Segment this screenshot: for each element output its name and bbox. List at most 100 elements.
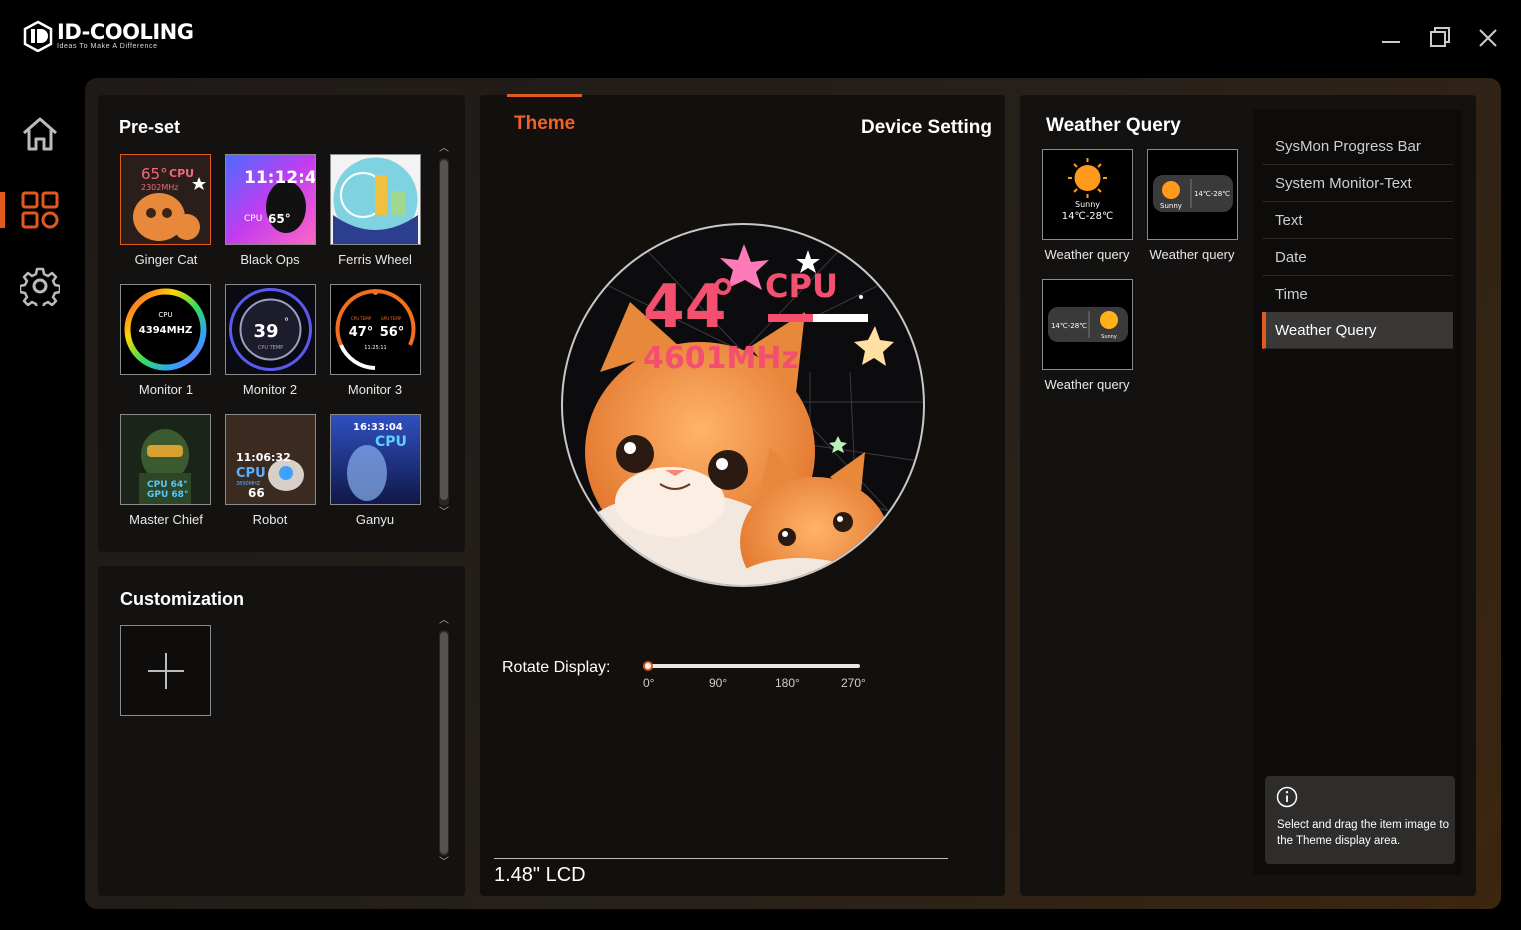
weather-widget-2[interactable]: Sunny 14℃-28℃ [1147, 149, 1238, 240]
active-tab-indicator [507, 94, 582, 97]
blackops-time: 11:12:44 [244, 168, 315, 188]
home-icon [23, 117, 57, 151]
nav-settings[interactable] [0, 258, 80, 314]
maximize-button[interactable] [1426, 24, 1454, 52]
monitor2-temp: 39 [253, 321, 278, 342]
add-custom-theme-button[interactable] [120, 625, 211, 716]
weather-range: 14℃-28℃ [1194, 190, 1230, 198]
theme-display-preview[interactable]: 44 ° CPU 4601MHz [560, 222, 926, 588]
preset-thumb-ginger-cat[interactable]: 65° CPU 2302MHz [120, 154, 211, 245]
weather-widget-preview: Sunny 14℃-28℃ [1062, 158, 1114, 222]
sun-icon [1068, 158, 1107, 198]
monitor-1-preview: CPU 4394MHZ [121, 285, 210, 374]
drag-hint-text: Select and drag the item image to the Th… [1277, 819, 1449, 847]
brand-name: ID-COOLING [57, 19, 194, 44]
nav-home[interactable] [0, 106, 80, 162]
weather-item-label: Weather query [1149, 247, 1235, 262]
rotate-slider-knob[interactable] [643, 661, 653, 671]
info-icon [1276, 786, 1298, 808]
robot-preview: 11:06:32 CPU 3890MHZ 66 [226, 415, 315, 504]
grid-icon [21, 191, 59, 229]
display-cpu-label: CPU [765, 267, 838, 305]
master-chief-preview: CPU 64° GPU 68° [121, 415, 210, 504]
customization-scrollbar[interactable]: ︿ ﹀ [437, 614, 451, 872]
rotate-tick-label: 0° [643, 676, 655, 690]
close-button[interactable] [1474, 24, 1502, 52]
ginger-freq: 2302MHz [141, 183, 178, 192]
scroll-thumb[interactable] [440, 160, 448, 500]
display-degree: ° [710, 270, 736, 330]
monitor3-gpu: 56° [380, 325, 405, 340]
preset-label: Ginger Cat [134, 252, 198, 267]
sun-icon [1162, 181, 1180, 199]
gear-icon [20, 267, 60, 306]
category-sysmon-progress-bar[interactable]: SysMon Progress Bar [1262, 128, 1453, 165]
monitor-3-preview: CPU TEMP GPU TEMP 47° 56° 11:25:11 [331, 285, 420, 374]
customization-title: Customization [120, 589, 244, 609]
weather-widget-3[interactable]: 14℃-28℃ Sunny [1042, 279, 1133, 370]
preset-thumb-master-chief[interactable]: CPU 64° GPU 68° [120, 414, 211, 505]
preset-thumb-ferris-wheel[interactable] [330, 154, 421, 245]
preset-label: Ganyu [355, 512, 395, 527]
preset-label: Black Ops [240, 252, 300, 267]
ginger-cat-preview: 65° CPU 2302MHz [121, 155, 210, 244]
preset-thumb-ganyu[interactable]: 16:33:04 CPU [330, 414, 421, 505]
monitor3-cpu-label: CPU TEMP [351, 316, 372, 321]
plus-icon [147, 652, 184, 689]
blackops-cpu: CPU [244, 214, 262, 224]
ginger-temp: 65° [141, 165, 168, 183]
scroll-down-icon[interactable]: ﹀ [437, 506, 451, 520]
preset-label: Monitor 3 [347, 382, 403, 397]
scroll-thumb[interactable] [440, 632, 448, 854]
app-logo: ID-COOLING Ideas To Make A Difference [22, 19, 194, 52]
logo-icon [23, 20, 53, 52]
robot-time: 11:06:32 [236, 451, 291, 464]
monitor3-time: 11:25:11 [364, 345, 386, 351]
ganyu-time: 16:33:04 [353, 422, 403, 433]
monitor2-sub: CPU TEMP [258, 345, 283, 351]
weather-condition: Sunny [1075, 200, 1100, 209]
preset-label: Ferris Wheel [338, 252, 412, 267]
preset-label: Monitor 1 [138, 382, 194, 397]
scroll-up-icon[interactable]: ︿ [437, 614, 451, 628]
nav-themes[interactable] [0, 182, 80, 238]
preset-title: Pre-set [119, 117, 181, 137]
category-weather-query[interactable]: Weather Query [1262, 312, 1453, 349]
display-cpu-bar-fill [768, 314, 813, 322]
preset-thumb-monitor-2[interactable]: 39 ° CPU TEMP [225, 284, 316, 375]
minimize-button[interactable] [1377, 24, 1405, 52]
weather-range: 14℃-28℃ [1062, 211, 1114, 222]
restore-icon [1430, 27, 1450, 47]
robot-temp: 66 [248, 486, 265, 500]
preset-thumb-black-ops[interactable]: 11:12:44 CPU 65° [225, 154, 316, 245]
monitor3-gpu-label: GPU TEMP [381, 316, 402, 321]
device-label: 1.48" LCD [494, 864, 586, 886]
minimize-icon [1382, 41, 1400, 43]
preset-thumb-monitor-3[interactable]: CPU TEMP GPU TEMP 47° 56° 11:25:11 [330, 284, 421, 375]
monitor2-unit: ° [284, 317, 289, 328]
preset-thumb-monitor-1[interactable]: CPU 4394MHZ [120, 284, 211, 375]
preset-thumb-robot[interactable]: 11:06:32 CPU 3890MHZ 66 [225, 414, 316, 505]
scroll-down-icon[interactable]: ﹀ [437, 856, 451, 870]
ganyu-preview: 16:33:04 CPU [331, 415, 420, 504]
preset-label: Master Chief [129, 512, 203, 527]
scroll-up-icon[interactable]: ︿ [437, 142, 451, 156]
black-ops-preview: 11:12:44 CPU 65° [226, 155, 315, 244]
category-system-monitor-text[interactable]: System Monitor-Text [1262, 165, 1453, 202]
category-time[interactable]: Time [1262, 276, 1453, 313]
weather-widget-1[interactable]: Sunny 14℃-28℃ [1042, 149, 1133, 240]
weather-condition: Sunny [1160, 202, 1182, 210]
tab-theme[interactable]: Theme [514, 113, 575, 135]
rotate-tick-label: 270° [841, 676, 866, 690]
rotate-slider-track[interactable] [648, 664, 860, 668]
tab-device-setting[interactable]: Device Setting [861, 117, 992, 139]
masterchief-gpu: GPU 68° [147, 490, 188, 500]
rotate-tick-label: 90° [709, 676, 728, 690]
category-text[interactable]: Text [1262, 202, 1453, 239]
weather-condition: Sunny [1101, 334, 1117, 340]
drag-hint: Select and drag the item image to the Th… [1265, 776, 1455, 864]
monitor3-cpu: 47° [349, 325, 374, 340]
preset-scrollbar[interactable]: ︿ ﹀ [437, 142, 451, 522]
category-date[interactable]: Date [1262, 239, 1453, 276]
customization-panel [98, 566, 465, 896]
